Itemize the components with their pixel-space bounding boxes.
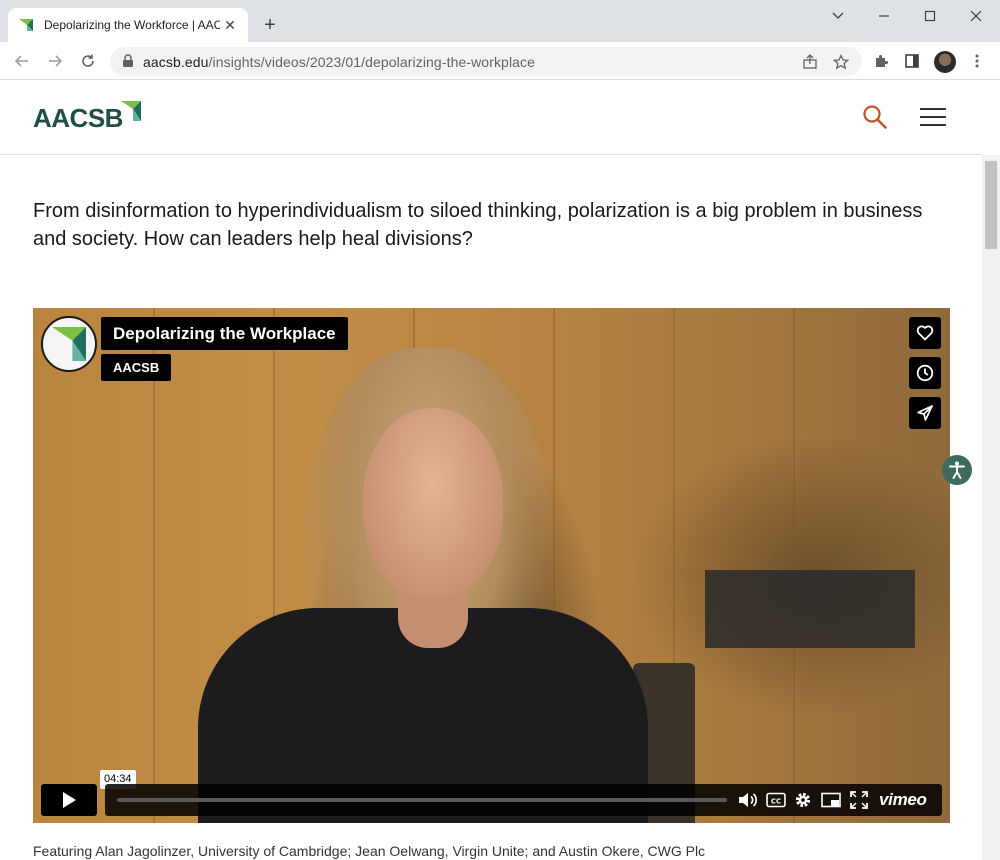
volume-icon bbox=[739, 793, 758, 807]
seek-bar[interactable] bbox=[117, 798, 727, 802]
logo-text: AACSB bbox=[33, 103, 123, 133]
web-page: AACSB From disinformation to hyperindivi… bbox=[0, 80, 1000, 860]
browser-toolbar: aacsb.edu/insights/videos/2023/01/depola… bbox=[0, 42, 1000, 80]
aacsb-logo-mark-icon bbox=[120, 101, 141, 121]
video-frame-face bbox=[363, 408, 503, 598]
tab-title: Depolarizing the Workforce | AACSB bbox=[44, 18, 220, 32]
aacsb-favicon-icon bbox=[19, 19, 33, 31]
scrollbar-thumb[interactable] bbox=[985, 161, 997, 249]
bookmark-star-icon[interactable] bbox=[831, 52, 851, 72]
clock-icon bbox=[916, 364, 934, 382]
lock-icon[interactable] bbox=[122, 54, 134, 68]
maximize-button[interactable] bbox=[914, 4, 946, 28]
extensions-icon[interactable] bbox=[870, 50, 892, 72]
play-icon bbox=[63, 792, 76, 808]
reload-button[interactable] bbox=[76, 49, 100, 73]
vimeo-logo[interactable]: vimeo bbox=[879, 789, 927, 811]
fullscreen-icon bbox=[850, 791, 868, 809]
captions-button[interactable]: CC bbox=[765, 790, 787, 810]
video-frame-table bbox=[705, 570, 915, 648]
minimize-button[interactable] bbox=[868, 4, 900, 28]
channel-logo[interactable] bbox=[41, 316, 97, 372]
video-caption: Featuring Alan Jagolinzer, University of… bbox=[33, 843, 706, 859]
picture-in-picture-button[interactable] bbox=[820, 790, 842, 810]
side-panel-icon[interactable] bbox=[901, 50, 923, 72]
close-window-button[interactable] bbox=[960, 4, 992, 28]
tab-search-icon[interactable] bbox=[822, 4, 854, 28]
new-tab-button[interactable]: + bbox=[258, 12, 282, 38]
share-button[interactable] bbox=[909, 397, 941, 429]
play-button[interactable] bbox=[41, 784, 97, 816]
video-control-bar: CC vimeo bbox=[105, 784, 942, 816]
article-intro: From disinformation to hyperindividualis… bbox=[33, 200, 923, 250]
settings-button[interactable] bbox=[792, 790, 814, 810]
svg-text:CC: CC bbox=[771, 798, 781, 806]
cc-icon: CC bbox=[766, 792, 786, 808]
video-player[interactable]: Depolarizing the Workplace AACSB 04:34 C… bbox=[33, 308, 950, 823]
like-button[interactable] bbox=[909, 317, 941, 349]
browser-titlebar: Depolarizing the Workforce | AACSB ✕ + bbox=[0, 0, 1000, 42]
url-text[interactable]: aacsb.edu/insights/videos/2023/01/depola… bbox=[143, 54, 535, 70]
browser-menu-icon[interactable] bbox=[966, 50, 988, 72]
pip-icon bbox=[821, 792, 841, 808]
fullscreen-button[interactable] bbox=[848, 790, 870, 810]
page-scrollbar[interactable] bbox=[982, 155, 1000, 860]
accessibility-button[interactable] bbox=[942, 455, 972, 485]
settings-icon bbox=[795, 792, 811, 808]
search-icon[interactable] bbox=[862, 104, 888, 130]
accessibility-icon bbox=[949, 461, 965, 479]
send-icon bbox=[917, 405, 933, 421]
video-byline[interactable]: AACSB bbox=[101, 354, 172, 381]
tab-close-icon[interactable]: ✕ bbox=[222, 17, 238, 34]
volume-button[interactable] bbox=[737, 790, 759, 810]
hamburger-menu-icon[interactable] bbox=[919, 107, 947, 127]
site-header: AACSB bbox=[0, 80, 982, 155]
aacsb-logo[interactable]: AACSB bbox=[33, 101, 141, 133]
share-icon[interactable] bbox=[800, 52, 820, 72]
heart-icon bbox=[916, 325, 934, 341]
forward-button[interactable] bbox=[43, 49, 67, 73]
back-button[interactable] bbox=[10, 49, 34, 73]
profile-avatar[interactable] bbox=[934, 51, 956, 73]
video-title[interactable]: Depolarizing the Workplace bbox=[101, 317, 348, 350]
watch-later-button[interactable] bbox=[909, 357, 941, 389]
address-bar[interactable]: aacsb.edu/insights/videos/2023/01/depola… bbox=[110, 47, 862, 76]
browser-tab[interactable]: Depolarizing the Workforce | AACSB ✕ bbox=[8, 8, 248, 42]
aacsb-logo-mark-icon bbox=[52, 327, 86, 361]
